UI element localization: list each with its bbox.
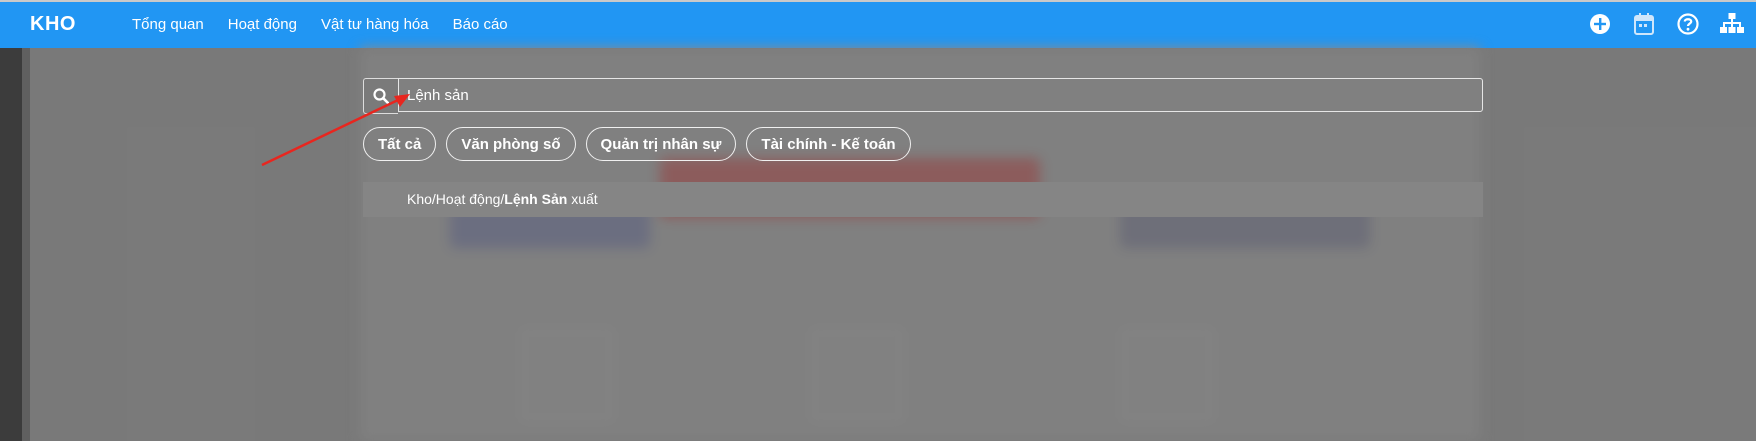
red-annotation-arrow <box>261 94 410 167</box>
